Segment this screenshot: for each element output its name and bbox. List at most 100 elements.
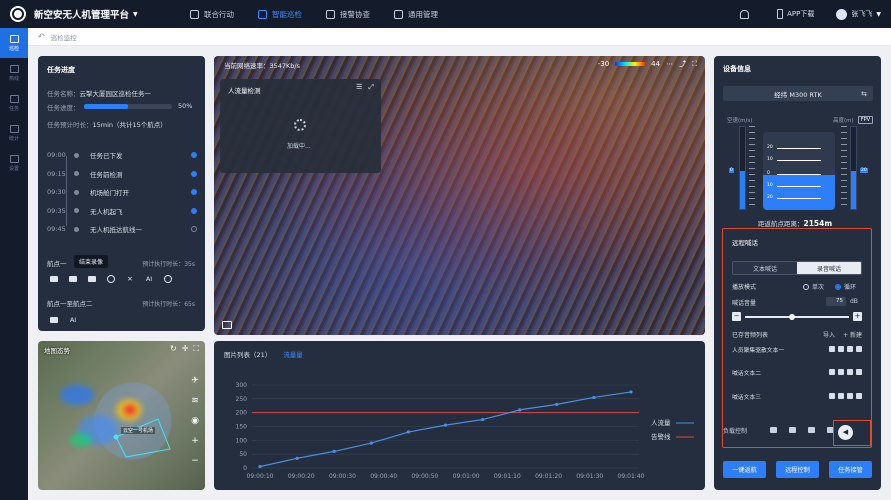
settings-icon	[9, 154, 19, 163]
nav-general-management[interactable]: 通用管理	[382, 0, 450, 28]
radio-single[interactable]: 单次	[803, 282, 824, 291]
volume-unit: dB	[850, 298, 858, 305]
speaker-icon[interactable]: ◀	[838, 425, 853, 440]
waypoint-1-actions: ✕ AI	[48, 273, 174, 284]
text-shout-button[interactable]: 文本喊话	[733, 262, 797, 274]
zoom-icon[interactable]: ✕	[124, 273, 136, 284]
volume-input[interactable]: 75	[826, 297, 846, 306]
popup-title: 人流量检测	[228, 87, 261, 95]
map-panel[interactable]: 地图态势 ↻ ✛ ⛶ ✈ ≋ ◉ + − 云空一号机场	[38, 341, 205, 490]
radio-loop[interactable]: 循环	[835, 282, 856, 291]
video-icon[interactable]	[789, 427, 796, 433]
remote-control-button[interactable]: 远程控制	[776, 461, 819, 478]
data-point	[295, 456, 299, 460]
headphone-icon[interactable]	[829, 346, 835, 352]
rail-item-inspect[interactable]: 巡检	[0, 28, 28, 58]
rail-item-task[interactable]: 任务	[0, 88, 28, 118]
video-panel[interactable]: 当前网络速率：3547Kb/s -30 44 ⋯ ⤴ ⛶ 人流量检测 ☰ ⤢ 加…	[214, 56, 705, 335]
megaphone-icon[interactable]	[838, 346, 844, 352]
tooltip: 结束录像	[74, 255, 109, 268]
rail-item-settings[interactable]: 设置	[0, 148, 28, 178]
chart-panel: 0 50 100 150 200 250 300 09:00:10 09:00:20 09:00:…	[214, 341, 705, 490]
nav-alarm-assist[interactable]: 接警协查	[314, 0, 382, 28]
slider-handle[interactable]	[788, 313, 795, 320]
panel-title: 设备信息	[723, 65, 751, 73]
more-icon[interactable]: ⋯	[666, 60, 673, 68]
video-icon[interactable]	[67, 273, 79, 284]
alarm-icon	[326, 9, 335, 19]
thermal-colorbar	[615, 62, 646, 66]
chevron-down-icon[interactable]: ▼	[133, 11, 138, 18]
check-icon	[191, 189, 197, 196]
megaphone-icon[interactable]	[838, 393, 844, 399]
import-button[interactable]: 导入	[823, 330, 835, 339]
avatar[interactable]	[836, 8, 848, 20]
task-takeover-button[interactable]: 任务接管	[829, 461, 872, 478]
tab-image-list[interactable]: 图片列表（21）	[224, 349, 271, 359]
image-icon[interactable]	[222, 321, 232, 329]
video-icon[interactable]	[48, 314, 60, 325]
list-item[interactable]: 喊话文本三	[732, 389, 862, 403]
megaphone-icon[interactable]	[838, 369, 844, 375]
ai-icon[interactable]: AI	[67, 314, 79, 325]
legend-label-flow: 人流量	[651, 418, 671, 427]
nav-joint-action[interactable]: 联合行动	[178, 0, 246, 28]
section-title: 远程喊话	[732, 239, 758, 247]
y-tick-label: 0	[243, 465, 247, 472]
edit-icon[interactable]	[847, 393, 853, 399]
user-name[interactable]: 张飞飞	[851, 9, 872, 19]
return-home-button[interactable]: 一键返航	[723, 461, 766, 478]
timeline-dot	[74, 152, 79, 158]
popup-tools: ☰ ⤢	[356, 83, 374, 92]
fullscreen-icon[interactable]: ⛶	[692, 60, 697, 69]
fpv-badge[interactable]: FPV	[857, 116, 873, 124]
timeline-item: 09:35 无人机起飞	[47, 202, 197, 221]
new-button[interactable]: + 新建	[843, 330, 862, 339]
app-title[interactable]: 新空安无人机管理平台	[34, 7, 129, 21]
payload-icons	[770, 427, 834, 433]
task-progress-text: 50%	[178, 102, 193, 110]
delete-icon[interactable]	[856, 346, 862, 352]
swap-icon[interactable]: ⇆	[861, 90, 867, 98]
plus-icon[interactable]: +	[853, 312, 862, 321]
minus-icon[interactable]: −	[732, 312, 741, 321]
slider-track[interactable]	[745, 316, 849, 318]
delete-icon[interactable]	[856, 393, 862, 399]
y-tick-label: 200	[236, 410, 248, 417]
ai-icon[interactable]: AI	[143, 273, 155, 284]
waypoint-2-actions: AI	[48, 314, 79, 325]
light-icon[interactable]	[808, 427, 815, 433]
headphone-icon[interactable]	[829, 393, 835, 399]
nav-smart-inspection[interactable]: 智能巡检	[246, 0, 314, 28]
volume-slider[interactable]: − +	[732, 312, 862, 321]
menu-icon[interactable]: ☰	[356, 83, 362, 92]
camera-icon[interactable]	[770, 427, 777, 433]
record-icon[interactable]	[48, 273, 60, 284]
drone-model-select[interactable]: 经纬 M300 RTK ⇆	[723, 86, 873, 101]
altitude-bar	[850, 126, 857, 210]
back-icon[interactable]: ↶	[38, 32, 45, 41]
audio-shout-button[interactable]: 录音喊话	[797, 262, 861, 274]
breadcrumb-text[interactable]: 巡检监控	[51, 32, 77, 42]
bell-icon[interactable]	[740, 9, 750, 19]
rail-item-stats[interactable]: 统计	[0, 118, 28, 148]
tab-flow[interactable]: 流量量	[283, 349, 303, 359]
expand-icon[interactable]: ⤢	[368, 83, 374, 92]
inspection-icon	[258, 9, 267, 19]
list-item[interactable]: 人员聚集驱散文本一	[732, 342, 862, 356]
rotate-icon[interactable]	[105, 273, 117, 284]
data-point	[629, 390, 633, 394]
chevron-down-icon[interactable]: ▼	[876, 11, 881, 18]
timeline-dot	[74, 171, 79, 177]
edit-icon[interactable]	[847, 346, 853, 352]
left-rail: 巡检 热线 任务 统计 设置	[0, 28, 28, 500]
camera-icon[interactable]	[86, 273, 98, 284]
speaker-icon[interactable]	[162, 273, 174, 284]
edit-icon[interactable]	[847, 369, 853, 375]
delete-icon[interactable]	[856, 369, 862, 375]
app-download-link[interactable]: APP下载	[787, 9, 814, 19]
list-item[interactable]: 喊话文本二	[732, 365, 862, 379]
share-icon[interactable]: ⤴	[679, 59, 686, 69]
headphone-icon[interactable]	[829, 369, 835, 375]
rail-item-hotline[interactable]: 热线	[0, 58, 28, 88]
